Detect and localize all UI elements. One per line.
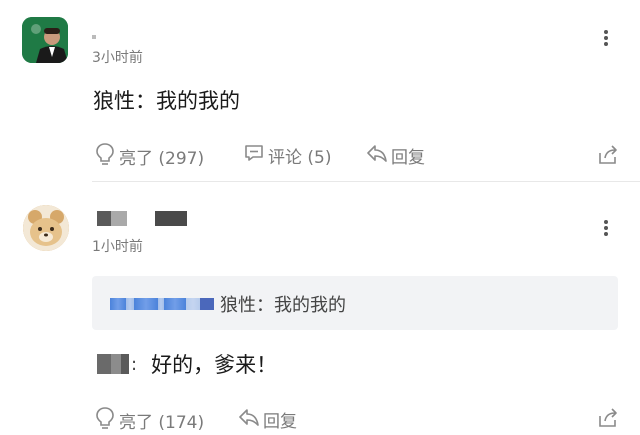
lightbulb-icon	[94, 142, 119, 171]
avatar[interactable]	[23, 205, 69, 251]
like-button[interactable]: 亮了 (174)	[94, 406, 204, 435]
comment-text: 好的，爹来！	[151, 353, 278, 377]
comment-count-button[interactable]: 评论 (5)	[243, 142, 331, 169]
quoted-comment-text: 狼性：我的我的	[220, 295, 346, 316]
reply-arrow-icon	[238, 406, 263, 433]
reply-button[interactable]: 回复	[366, 142, 425, 169]
like-button[interactable]: 亮了 (297)	[94, 142, 204, 171]
comment-bubble-icon	[243, 142, 268, 169]
avatar[interactable]	[22, 17, 68, 63]
comment-time: 3小时前	[92, 50, 143, 66]
username-redacted[interactable]	[92, 24, 110, 39]
comment-text: 狼性：我的我的	[93, 89, 240, 113]
reply-label: 回复	[263, 412, 297, 432]
comment-count-label: 评论 (5)	[268, 148, 332, 168]
reply-label: 回复	[391, 148, 425, 168]
divider	[92, 181, 640, 182]
quoted-comment[interactable]: 狼性：我的我的	[92, 276, 618, 330]
reply-button[interactable]: 回复	[238, 406, 297, 433]
username-redacted[interactable]	[97, 211, 188, 230]
reply-arrow-icon	[366, 142, 391, 169]
quoted-username-redacted[interactable]	[110, 298, 214, 310]
comment-time: 1小时前	[92, 239, 143, 255]
more-options-icon[interactable]	[600, 218, 612, 241]
lightbulb-icon	[94, 406, 119, 435]
comment-body: : 好的，爹来！	[97, 349, 277, 379]
like-count-label: 亮了 (174)	[119, 413, 205, 433]
reply-target-redacted[interactable]: :	[97, 354, 137, 375]
like-count-label: 亮了 (297)	[119, 149, 205, 169]
more-options-icon[interactable]	[600, 28, 612, 51]
share-icon[interactable]	[596, 143, 620, 171]
